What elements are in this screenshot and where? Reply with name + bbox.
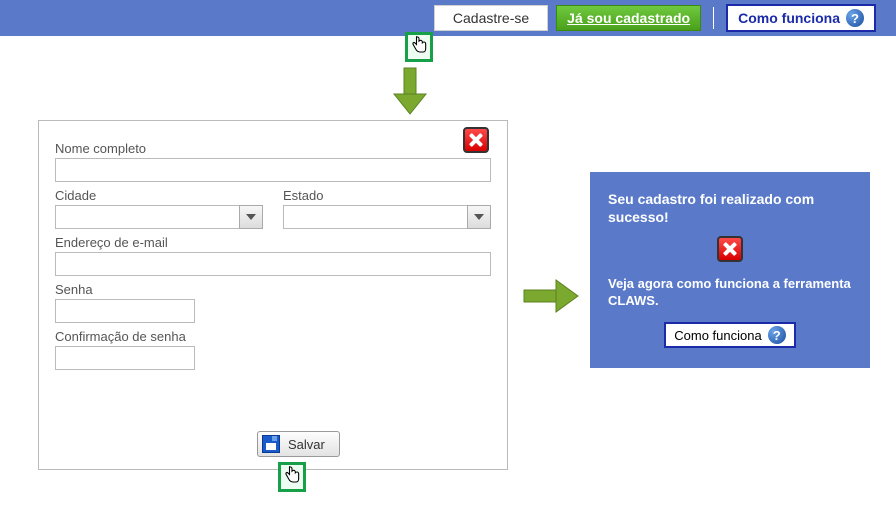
city-select[interactable] bbox=[55, 205, 263, 229]
cursor-pointer-icon bbox=[278, 462, 306, 492]
fullname-label: Nome completo bbox=[55, 141, 491, 156]
chevron-down-icon bbox=[246, 214, 256, 220]
close-icon bbox=[463, 127, 489, 153]
state-select[interactable] bbox=[283, 205, 491, 229]
help-icon: ? bbox=[846, 9, 864, 27]
chevron-down-icon bbox=[474, 214, 484, 220]
password-input[interactable] bbox=[55, 299, 195, 323]
city-label: Cidade bbox=[55, 188, 263, 203]
success-panel: Seu cadastro foi realizado com sucesso! … bbox=[590, 172, 870, 368]
confirm-password-label: Confirmação de senha bbox=[55, 329, 491, 344]
cursor-pointer-icon bbox=[405, 32, 433, 62]
save-button[interactable]: Salvar bbox=[257, 431, 340, 457]
state-label: Estado bbox=[283, 188, 491, 203]
dropdown-button[interactable] bbox=[239, 205, 263, 229]
help-icon: ? bbox=[768, 326, 786, 344]
arrow-right-icon bbox=[522, 276, 580, 316]
how-it-works-label: Como funciona bbox=[738, 10, 840, 26]
save-button-label: Salvar bbox=[288, 437, 325, 452]
register-button[interactable]: Cadastre-se bbox=[434, 5, 548, 31]
register-form-panel: Nome completo Cidade Estado Endereço de … bbox=[38, 120, 508, 470]
password-label: Senha bbox=[55, 282, 491, 297]
top-bar: Cadastre-se Já sou cadastrado Como funci… bbox=[0, 0, 896, 36]
divider bbox=[713, 7, 714, 29]
close-button[interactable] bbox=[608, 236, 852, 262]
fullname-input[interactable] bbox=[55, 158, 491, 182]
arrow-down-icon bbox=[390, 66, 430, 116]
already-registered-button[interactable]: Já sou cadastrado bbox=[556, 5, 701, 31]
success-subtitle: Veja agora como funciona a ferramenta CL… bbox=[608, 276, 852, 310]
how-it-works-button[interactable]: Como funciona ? bbox=[726, 4, 876, 32]
close-button[interactable] bbox=[463, 127, 489, 153]
dropdown-button[interactable] bbox=[467, 205, 491, 229]
how-it-works-label: Como funciona bbox=[674, 328, 761, 343]
how-it-works-button[interactable]: Como funciona ? bbox=[664, 322, 795, 348]
success-title: Seu cadastro foi realizado com sucesso! bbox=[608, 190, 852, 226]
confirm-password-input[interactable] bbox=[55, 346, 195, 370]
email-label: Endereço de e-mail bbox=[55, 235, 491, 250]
save-disk-icon bbox=[262, 435, 280, 453]
email-input[interactable] bbox=[55, 252, 491, 276]
